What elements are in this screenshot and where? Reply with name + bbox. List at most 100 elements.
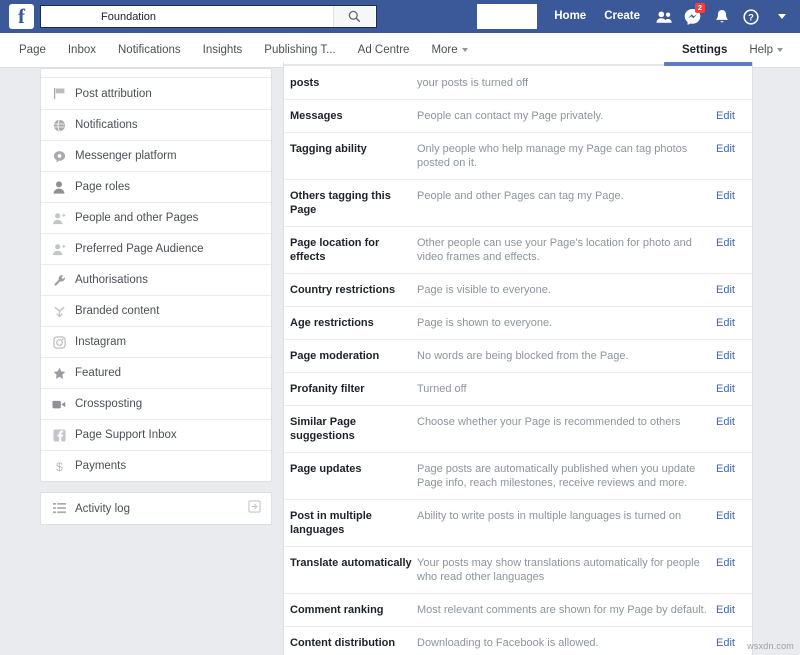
tab-inbox[interactable]: Inbox: [57, 33, 107, 67]
tab-more-label: More: [431, 44, 457, 56]
scrollbar-thumb[interactable]: [664, 62, 753, 66]
setting-row: Translate automaticallyYour posts may sh…: [284, 547, 752, 594]
sidebar-item-label: Authorisations: [75, 274, 148, 286]
search-icon[interactable]: [333, 6, 375, 27]
setting-row: Content distributionDownloading to Faceb…: [284, 627, 752, 655]
setting-row: Page location for effectsOther people ca…: [284, 227, 752, 274]
top-navigation-bar: f Home Create 2: [0, 0, 800, 33]
person-add-icon: [51, 210, 67, 226]
help-circle-icon[interactable]: ?: [736, 0, 765, 33]
sidebar-item-label: Branded content: [75, 305, 159, 317]
external-link-icon[interactable]: [248, 500, 261, 518]
setting-row-label: Translate automatically: [284, 556, 417, 570]
setting-row-label: Tagging ability: [284, 142, 417, 156]
setting-row-label: Age restrictions: [284, 316, 417, 330]
sidebar-item-label: Featured: [75, 367, 121, 379]
edit-link[interactable]: Edit: [716, 382, 752, 396]
edit-link[interactable]: Edit: [716, 109, 752, 123]
setting-row-label: Others tagging this Page: [284, 189, 417, 217]
edit-link[interactable]: Edit: [716, 462, 752, 476]
friend-requests-icon[interactable]: [649, 0, 678, 33]
tab-notifications[interactable]: Notifications: [107, 33, 192, 67]
edit-link[interactable]: Edit: [716, 415, 752, 429]
chat-bubble-icon: [51, 148, 67, 164]
setting-row-label: Similar Page suggestions: [284, 415, 417, 443]
messenger-badge: 2: [695, 3, 705, 13]
svg-text:$: $: [56, 460, 63, 473]
chevron-down-icon: [462, 48, 468, 52]
sidebar-item-post-attribution[interactable]: Post attribution: [41, 78, 271, 109]
edit-link[interactable]: Edit: [716, 509, 752, 523]
setting-row: MessagesPeople can contact my Page priva…: [284, 100, 752, 133]
settings-content-panel: postsyour posts is turned offMessagesPeo…: [283, 62, 753, 655]
sidebar-item-branded-content[interactable]: Branded content: [41, 295, 271, 326]
sidebar-item-activity-log[interactable]: Activity log: [41, 493, 271, 524]
sidebar-item-label: Page roles: [75, 181, 130, 193]
facebook-logo-icon[interactable]: f: [9, 4, 34, 29]
setting-row-label: Page location for effects: [284, 236, 417, 264]
setting-row-description: People and other Pages can tag my Page.: [417, 189, 716, 203]
edit-link[interactable]: Edit: [716, 603, 752, 617]
wrench-icon: [51, 272, 67, 288]
watermark: wsxdn.com: [747, 641, 794, 651]
edit-link[interactable]: Edit: [716, 316, 752, 330]
edit-link[interactable]: Edit: [716, 236, 752, 250]
sidebar-item-crossposting[interactable]: Crossposting: [41, 388, 271, 419]
setting-row: Similar Page suggestionsChoose whether y…: [284, 406, 752, 453]
sidebar-item-label: Page Support Inbox: [75, 429, 177, 441]
edit-link[interactable]: Edit: [716, 142, 752, 156]
sidebar-item-messenger-platform[interactable]: Messenger platform: [41, 140, 271, 171]
messenger-icon[interactable]: 2: [678, 0, 707, 33]
create-link[interactable]: Create: [595, 0, 649, 33]
setting-row-label: posts: [284, 76, 417, 90]
star-icon: [51, 365, 67, 381]
settings-sidebar: Post attribution Notifications Messenger p…: [40, 68, 272, 525]
sidebar-item-instagram[interactable]: Instagram: [41, 326, 271, 357]
search-input[interactable]: [41, 6, 333, 27]
account-chevron-down-icon[interactable]: [765, 0, 794, 33]
tab-page[interactable]: Page: [8, 33, 57, 67]
tab-help-label: Help: [749, 44, 773, 56]
setting-row-description: Turned off: [417, 382, 716, 396]
profile-name-redacted[interactable]: [477, 4, 537, 29]
edit-link[interactable]: Edit: [716, 556, 752, 570]
sidebar-clipped-row: [41, 69, 271, 78]
edit-link[interactable]: Edit: [716, 349, 752, 363]
sidebar-item-label: Activity log: [75, 503, 130, 515]
setting-row-description: Ability to write posts in multiple langu…: [417, 509, 716, 523]
notifications-bell-icon[interactable]: [707, 0, 736, 33]
setting-row-label: Content distribution: [284, 636, 417, 650]
globe-icon: [51, 117, 67, 133]
setting-row: postsyour posts is turned off: [284, 67, 752, 100]
setting-row-label: Page moderation: [284, 349, 417, 363]
tab-insights[interactable]: Insights: [192, 33, 254, 67]
sidebar-item-people-and-other-pages[interactable]: People and other Pages: [41, 202, 271, 233]
setting-row-description: Choose whether your Page is recommended …: [417, 415, 716, 429]
setting-row-label: Post in multiple languages: [284, 509, 417, 537]
list-icon: [51, 501, 67, 517]
setting-row-description: No words are being blocked from the Page…: [417, 349, 716, 363]
home-link[interactable]: Home: [545, 0, 595, 33]
sidebar-item-notifications[interactable]: Notifications: [41, 109, 271, 140]
setting-row-description: Page is visible to everyone.: [417, 283, 716, 297]
setting-row: Age restrictionsPage is shown to everyon…: [284, 307, 752, 340]
edit-link[interactable]: Edit: [716, 283, 752, 297]
video-camera-icon: [51, 396, 67, 412]
branded-content-icon: [51, 303, 67, 319]
edit-link[interactable]: Edit: [716, 189, 752, 203]
sidebar-item-payments[interactable]: $ Payments: [41, 450, 271, 481]
sidebar-item-page-roles[interactable]: Page roles: [41, 171, 271, 202]
sidebar-item-label: Payments: [75, 460, 126, 472]
sidebar-item-label: Notifications: [75, 119, 138, 131]
sidebar-item-page-support-inbox[interactable]: Page Support Inbox: [41, 419, 271, 450]
search-bar[interactable]: [40, 5, 377, 28]
sidebar-item-featured[interactable]: Featured: [41, 357, 271, 388]
sidebar-item-authorisations[interactable]: Authorisations: [41, 264, 271, 295]
flag-icon: [51, 86, 67, 102]
setting-row-label: Profanity filter: [284, 382, 417, 396]
setting-row-description: Your posts may show translations automat…: [417, 556, 716, 584]
facebook-square-icon: [51, 427, 67, 443]
sidebar-item-preferred-page-audience[interactable]: Preferred Page Audience: [41, 233, 271, 264]
sidebar-item-label: Messenger platform: [75, 150, 177, 162]
setting-row-label: Messages: [284, 109, 417, 123]
